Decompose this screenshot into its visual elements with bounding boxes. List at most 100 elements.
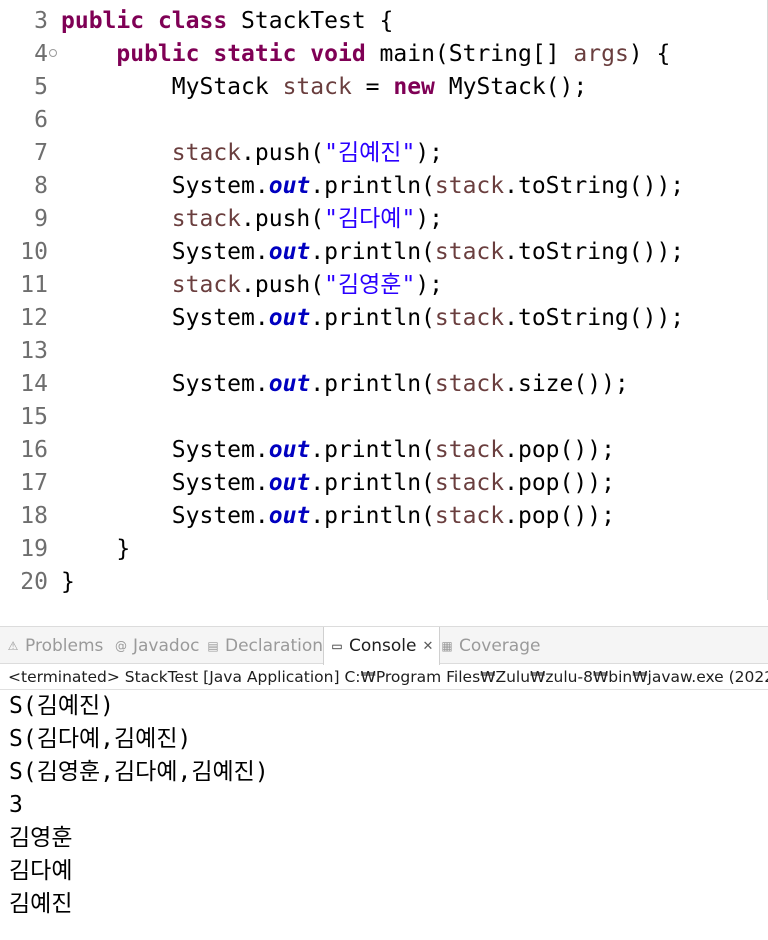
code-text: public class StackTest { [61, 5, 393, 38]
token: .push( [241, 206, 325, 232]
token: = [351, 74, 394, 100]
code-line[interactable]: 3 public class StackTest { [0, 5, 767, 38]
token: StackTest { [227, 8, 394, 34]
close-icon[interactable]: ✕ [423, 639, 434, 654]
tab-problems[interactable]: ⚠ Problems [6, 627, 104, 665]
token-str: "김영훈" [324, 272, 416, 298]
code-line[interactable]: 12 System.out.println(stack.toString()); [0, 302, 767, 335]
token: .println( [310, 239, 435, 265]
line-number: 9 [34, 206, 48, 232]
token: .toString()); [504, 239, 685, 265]
token: } [61, 569, 75, 595]
line-number: 16 [20, 437, 48, 463]
token: ) { [628, 41, 671, 67]
line-number: 17 [20, 470, 48, 496]
token: MyStack [61, 74, 283, 100]
token-fld: out [268, 371, 311, 397]
code-editor[interactable]: 3 public class StackTest {4 public static… [0, 0, 768, 600]
bottom-panel-tabbar: ⚠ Problems @ Javadoc ▤ Declaration ▭ Console ✕ ▦ C… [0, 626, 768, 665]
token: .push( [241, 140, 325, 166]
token: System. [61, 305, 269, 331]
fold-toggle-icon[interactable] [49, 49, 57, 57]
tab-declaration[interactable]: ▤ Declaration [206, 627, 323, 665]
console-output[interactable]: S(김예진) S(김다예,김예진) S(김영훈,김다예,김예진) 3 김영훈 김다예 김예진 [0, 690, 768, 921]
token-var: stack [171, 140, 242, 166]
console-header: <terminated> StackTest [Java Application… [0, 664, 768, 690]
token-var: stack [434, 371, 505, 397]
code-line[interactable]: 14 System.out.println(stack.size()); [0, 368, 767, 401]
console-output-line: 김예진 [9, 891, 73, 917]
token: .size()); [504, 371, 629, 397]
token: .push( [241, 272, 325, 298]
line-number: 12 [20, 305, 48, 331]
code-text: System.out.println(stack.pop()); [61, 467, 615, 500]
console-output-line: S(김영훈,김다예,김예진) [9, 759, 269, 785]
token-var: stack [434, 239, 505, 265]
token: .println( [310, 503, 435, 529]
token-fld: out [268, 305, 311, 331]
code-line[interactable]: 13 [0, 335, 767, 368]
coverage-icon: ▦ [441, 639, 453, 653]
token-fld: out [268, 239, 311, 265]
line-number: 18 [20, 503, 48, 529]
code-text: } [61, 533, 130, 566]
console-output-line: 김다예 [9, 858, 73, 884]
token: System. [61, 437, 269, 463]
code-line[interactable]: 11 stack.push("김영훈"); [0, 269, 767, 302]
token: .println( [310, 437, 435, 463]
code-line[interactable]: 8 System.out.println(stack.toString()); [0, 170, 767, 203]
code-line[interactable]: 4 public static void main(String[] args)… [0, 38, 767, 71]
token: System. [61, 371, 269, 397]
code-line[interactable]: 20} [0, 566, 767, 599]
code-line[interactable]: 16 System.out.println(stack.pop()); [0, 434, 767, 467]
token-fld: out [268, 437, 311, 463]
token: } [61, 536, 131, 562]
scroll-left-icon[interactable]: < [64, 596, 79, 600]
token-str: "김예진" [324, 140, 416, 166]
code-line[interactable]: 18 System.out.println(stack.pop()); [0, 500, 767, 533]
code-line[interactable]: 5 MyStack stack = new MyStack(); [0, 71, 767, 104]
token-var: stack [434, 173, 505, 199]
token: .pop()); [504, 437, 615, 463]
tab-label: Coverage [459, 636, 541, 656]
token: .println( [310, 371, 435, 397]
code-line[interactable]: 17 System.out.println(stack.pop()); [0, 467, 767, 500]
token: .pop()); [504, 470, 615, 496]
line-number: 8 [34, 173, 48, 199]
line-number: 6 [34, 107, 48, 133]
code-text: System.out.println(stack.toString()); [61, 302, 684, 335]
token-var: stack [434, 305, 505, 331]
token-var: stack [282, 74, 352, 100]
tab-label: Console [349, 636, 417, 656]
line-number: 11 [20, 272, 48, 298]
code-text: } [61, 566, 75, 599]
line-number: 13 [20, 338, 48, 364]
code-line[interactable]: 6 [0, 104, 767, 137]
tab-console[interactable]: ▭ Console ✕ [323, 627, 441, 665]
console-output-line: S(김다예,김예진) [9, 726, 192, 752]
token-fld: out [268, 503, 311, 529]
tab-javadoc[interactable]: @ Javadoc [114, 627, 199, 665]
token: ); [415, 140, 444, 166]
token: .toString()); [504, 305, 685, 331]
token: .println( [310, 305, 435, 331]
token-var: stack [434, 437, 505, 463]
code-line[interactable]: 19 } [0, 533, 767, 566]
line-number: 19 [20, 536, 48, 562]
code-line[interactable]: 7 stack.push("김예진"); [0, 137, 767, 170]
horizontal-scrollbar[interactable]: < [56, 596, 767, 600]
code-line[interactable]: 10 System.out.println(stack.toString()); [0, 236, 767, 269]
code-line[interactable]: 9 stack.push("김다예"); [0, 203, 767, 236]
tab-label: Problems [25, 636, 104, 656]
tab-coverage[interactable]: ▦ Coverage [440, 627, 540, 665]
line-number: 4 [34, 41, 48, 67]
line-number: 10 [20, 239, 48, 265]
token: System. [61, 503, 269, 529]
code-line[interactable]: 15 [0, 401, 767, 434]
